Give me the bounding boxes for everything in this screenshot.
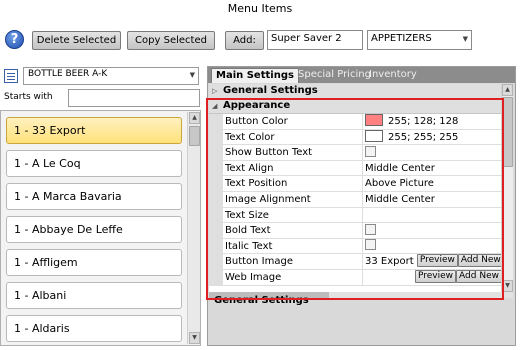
tab-bar: Main Settings Special Pricing Inventory [208, 67, 515, 83]
add-button[interactable]: Add: [225, 31, 264, 50]
copy-selected-button[interactable]: Copy Selected [127, 31, 215, 50]
list-item[interactable]: 1 - Albani [6, 282, 182, 309]
scroll-up-arrow-icon[interactable]: ▲ [189, 112, 200, 124]
list-scrollbar[interactable]: ▲ ▼ [187, 112, 200, 344]
scroll-up-arrow-icon[interactable]: ▲ [502, 84, 513, 96]
list-item[interactable]: 1 - A Marca Bavaria [6, 183, 182, 210]
starts-with-input[interactable] [68, 89, 200, 107]
list-view-icon[interactable] [4, 69, 18, 83]
expand-arrow-icon[interactable]: ▷ [212, 84, 217, 98]
highlight-box [206, 98, 504, 300]
scroll-thumb[interactable] [189, 126, 200, 146]
chevron-down-icon: ▼ [189, 71, 195, 79]
delete-selected-button[interactable]: Delete Selected [32, 31, 121, 50]
group-select[interactable]: BOTTLE BEER A-K ▼ [23, 67, 199, 85]
list-item[interactable]: 1 - Abbaye De Leffe [6, 216, 182, 243]
tab-inventory[interactable]: Inventory [365, 68, 421, 83]
category-select-value: APPETIZERS [371, 33, 432, 44]
group-select-value: BOTTLE BEER A-K [28, 69, 108, 79]
list-item[interactable]: 1 - A Le Coq [6, 150, 182, 177]
tab-main-settings[interactable]: Main Settings [211, 68, 299, 83]
add-item-name-input[interactable]: Super Saver 2 [267, 30, 363, 50]
scroll-down-arrow-icon[interactable]: ▼ [189, 332, 200, 344]
menu-item-list: 1 - 33 Export 1 - A Le Coq 1 - A Marca B… [0, 110, 201, 346]
tab-special-pricing[interactable]: Special Pricing [294, 68, 375, 83]
starts-with-label: Starts with [4, 92, 53, 102]
category-label: General Settings [223, 85, 318, 96]
list-item[interactable]: 1 - Aldaris [6, 315, 182, 342]
list-item[interactable]: 1 - 33 Export [6, 117, 182, 144]
category-general-settings[interactable]: ▷ General Settings [209, 84, 501, 99]
window-title: Menu Items [227, 2, 293, 15]
category-select[interactable]: APPETIZERS ▼ [367, 30, 472, 50]
list-item[interactable]: 1 - Affligem [6, 249, 182, 276]
help-icon[interactable]: ? [5, 30, 24, 49]
chevron-down-icon: ▼ [462, 35, 468, 43]
